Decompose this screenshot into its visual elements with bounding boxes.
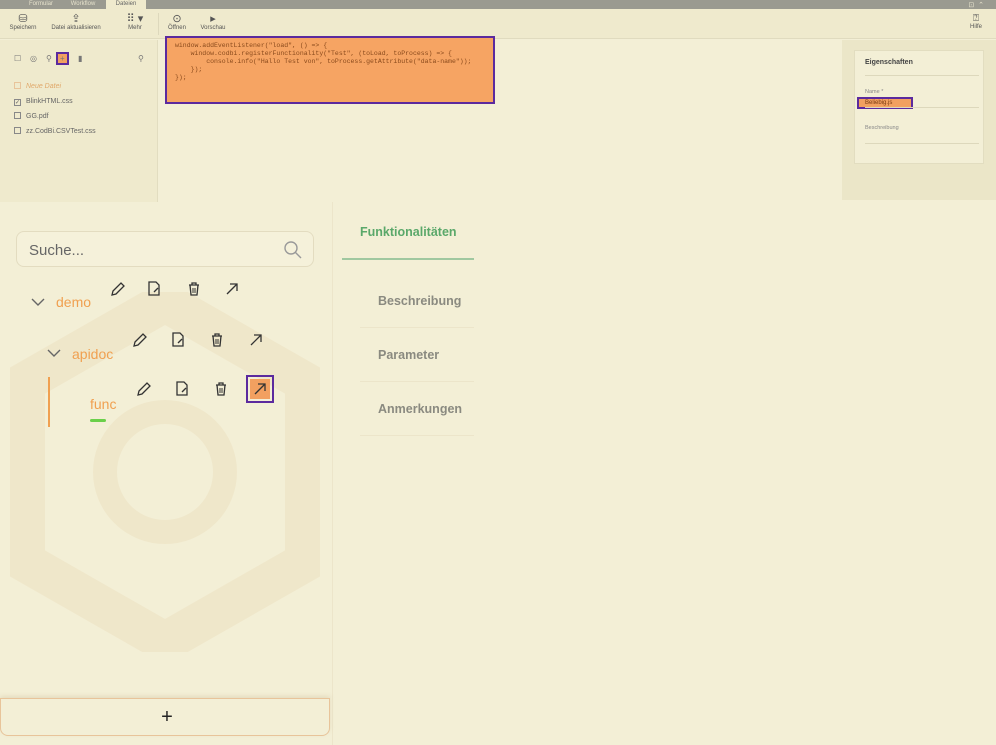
active-marker <box>90 419 106 422</box>
new-file-checkbox[interactable] <box>14 82 21 89</box>
open-button[interactable]: ⊙ Öffnen <box>166 13 188 31</box>
divider <box>865 143 979 144</box>
play-icon: ▸ <box>210 13 216 25</box>
active-tab-indicator <box>342 258 474 260</box>
file-checkbox[interactable] <box>14 127 21 134</box>
divider <box>360 435 474 436</box>
toolbar: ⛁ Speichern ⇪ Datei aktualisieren ⠿ ▾ Me… <box>0 9 996 39</box>
nav-parameter[interactable]: Parameter <box>340 348 474 362</box>
file-name: zz.CodBi.CSVTest.css <box>26 128 96 135</box>
file-checkbox[interactable] <box>14 112 21 119</box>
edit-icon[interactable] <box>134 379 154 399</box>
tree-node-demo[interactable]: demo <box>56 294 91 310</box>
divider <box>360 381 474 382</box>
file-row[interactable]: GG.pdf <box>14 112 49 124</box>
divider <box>865 107 979 108</box>
delete-icon[interactable] <box>207 330 227 350</box>
code-line: console.info("Hallo Test von", toProcess… <box>175 58 472 65</box>
delete-icon[interactable] <box>211 379 231 399</box>
search-input[interactable] <box>29 238 279 262</box>
upload-icon: ⇪ <box>71 13 81 25</box>
open-external-icon[interactable] <box>246 375 274 403</box>
duplicate-icon[interactable] <box>168 330 188 350</box>
selected-indicator <box>48 377 50 427</box>
edit-icon[interactable] <box>108 279 128 299</box>
help-small-icon[interactable]: ⊡ <box>968 2 974 9</box>
add-button[interactable]: + <box>156 707 178 729</box>
chevron-down-icon[interactable] <box>30 296 46 308</box>
tab-formular[interactable]: Formular <box>20 0 62 9</box>
open-label: Öffnen <box>168 25 186 31</box>
watermark-logo-icon <box>10 292 320 652</box>
grid-icon: ⠿ ▾ <box>126 13 144 25</box>
pin-icon[interactable]: ⚲ <box>46 54 52 63</box>
new-file-row[interactable]: Neue Datei <box>14 82 61 94</box>
background-area <box>474 200 996 745</box>
nav-anmerkungen[interactable]: Anmerkungen <box>340 402 474 416</box>
divider <box>360 327 474 328</box>
file-row[interactable]: ✓ BlinkHTML.css <box>14 97 73 109</box>
help-label: Hilfe <box>969 24 982 30</box>
more-button[interactable]: ⠿ ▾ Mehr <box>118 13 152 31</box>
help-icon: ⍰ <box>973 13 979 24</box>
code-selection[interactable]: window.addEventListener("load", () => { … <box>165 36 495 104</box>
window-controls: ⊡ ⌃ <box>968 1 984 9</box>
code-editor[interactable]: window.addEventListener("load", () => { … <box>159 36 842 202</box>
file-name: BlinkHTML.css <box>26 98 73 105</box>
open-external-icon[interactable] <box>246 330 266 350</box>
code-line: window.addEventListener("load", () => { <box>175 42 328 49</box>
preview-button[interactable]: ▸ Vorschau <box>198 13 228 31</box>
tree-node-func[interactable]: func <box>90 396 116 412</box>
save-icon: ⛁ <box>18 13 28 25</box>
preview-label: Vorschau <box>200 25 226 31</box>
chevron-down-icon[interactable] <box>46 347 62 359</box>
search-icon[interactable] <box>283 240 303 260</box>
name-label: Name * <box>865 89 884 95</box>
trash-icon[interactable]: ▮ <box>78 54 82 63</box>
edit-icon[interactable] <box>130 330 150 350</box>
top-tab-strip: Formular Workflow Dateien ⊡ ⌃ <box>0 0 996 9</box>
panel-divider <box>332 202 333 745</box>
description-label: Beschreibung <box>865 125 899 131</box>
delete-icon[interactable] <box>184 279 204 299</box>
add-bar: + <box>0 698 330 736</box>
file-search-icon[interactable]: ⚲ <box>138 54 144 63</box>
file-tools: ☐ ◎ ⚲ + ▮ ⚲ <box>12 52 152 66</box>
search-box <box>16 231 314 267</box>
globe-icon[interactable]: ◎ <box>30 54 37 63</box>
tab-workflow[interactable]: Workflow <box>62 0 104 9</box>
tab-dateien[interactable]: Dateien <box>106 0 146 9</box>
code-line: }); <box>175 66 203 73</box>
new-file-label: Neue Datei <box>26 83 62 90</box>
toolbar-separator <box>158 13 159 35</box>
more-label: Mehr <box>128 25 142 31</box>
nav-beschreibung[interactable]: Beschreibung <box>340 294 474 308</box>
play-circle-icon: ⊙ <box>172 13 182 25</box>
detail-nav: Funktionalitäten Beschreibung Parameter … <box>340 202 474 502</box>
open-external-icon[interactable] <box>222 279 242 299</box>
file-name: GG.pdf <box>26 113 49 120</box>
help-button[interactable]: ⍰ Hilfe <box>966 13 986 30</box>
file-checkbox[interactable]: ✓ <box>14 99 21 106</box>
save-label: Speichern <box>9 25 37 31</box>
code-line: }); <box>175 74 187 81</box>
nav-funktionalitaeten[interactable]: Funktionalitäten <box>340 225 474 239</box>
properties-title: Eigenschaften <box>865 59 913 66</box>
properties-panel: Eigenschaften Name * Beliebig.js Beschre… <box>842 40 996 200</box>
file-panel: ☐ ◎ ⚲ + ▮ ⚲ Neue Datei ✓ BlinkHTML.css GG… <box>0 40 158 202</box>
divider <box>865 75 979 76</box>
save-button[interactable]: ⛁ Speichern <box>8 13 38 31</box>
file-row[interactable]: zz.CodBi.CSVTest.css <box>14 127 96 139</box>
add-file-icon[interactable]: + <box>56 52 69 65</box>
update-file-label: Datei aktualisieren <box>51 25 101 31</box>
duplicate-icon[interactable] <box>172 379 192 399</box>
collapse-icon[interactable]: ⌃ <box>978 2 984 9</box>
duplicate-icon[interactable] <box>144 279 164 299</box>
properties-card: Eigenschaften Name * Beliebig.js Beschre… <box>854 50 984 164</box>
tree-node-apidoc[interactable]: apidoc <box>72 346 113 362</box>
select-all-checkbox[interactable]: ☐ <box>14 54 21 63</box>
code-line: window.codbi.registerFunctionality("Test… <box>175 50 452 57</box>
update-file-button[interactable]: ⇪ Datei aktualisieren <box>48 13 104 31</box>
functionality-browser: demo apidoc func Funktionalitäten Beschr… <box>0 202 474 745</box>
